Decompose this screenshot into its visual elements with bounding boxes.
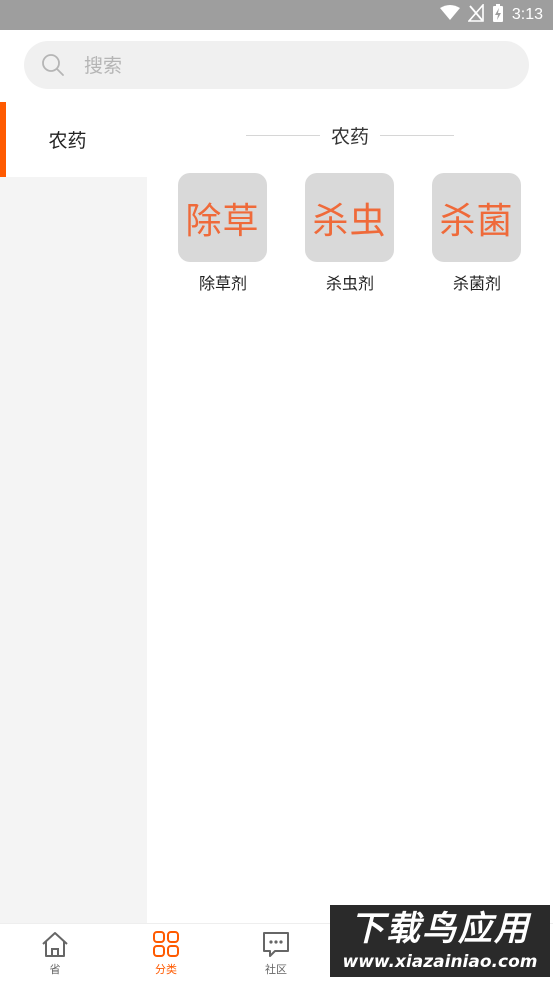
header-divider-right — [380, 135, 454, 136]
status-bar: 3:13 — [0, 0, 553, 30]
selected-indicator — [0, 102, 6, 177]
tile-herbicide[interactable]: 除草 除草剂 — [178, 173, 268, 294]
category-content: 农药 除草 除草剂 杀虫 杀虫剂 杀菌 杀菌剂 — [147, 102, 553, 923]
tile-glyph: 杀虫 — [312, 200, 387, 242]
nav-item-category[interactable]: 分类 — [126, 930, 206, 977]
nav-item-community[interactable]: 社区 — [236, 930, 316, 977]
tile-image: 除草 — [178, 173, 267, 262]
nav-label: 社区 — [265, 963, 287, 976]
home-icon — [15, 930, 95, 958]
search-bar[interactable] — [24, 41, 529, 89]
tile-glyph: 除草 — [185, 200, 260, 242]
tile-image: 杀虫 — [305, 173, 394, 262]
nav-label: 省 — [49, 963, 61, 976]
tile-label: 除草剂 — [198, 274, 247, 293]
tile-label: 杀虫剂 — [325, 274, 374, 293]
no-signal-icon — [467, 2, 484, 26]
status-time: 3:13 — [511, 6, 543, 23]
section-header: 农药 — [246, 122, 454, 148]
watermark-title: 下载鸟应用 — [350, 909, 530, 949]
battery-charging-icon — [492, 3, 504, 27]
tile-label: 杀菌剂 — [452, 274, 501, 293]
tile-fungicide[interactable]: 杀菌 杀菌剂 — [432, 173, 522, 294]
nav-label: 分类 — [155, 963, 177, 976]
watermark-url: www.xiazainiao.com — [342, 952, 538, 972]
sidebar-item-pesticide[interactable]: 农药 — [0, 102, 147, 177]
sidebar-item-label: 农药 — [48, 130, 87, 152]
wifi-icon — [439, 5, 460, 25]
search-input[interactable] — [82, 50, 506, 82]
tile-image: 杀菌 — [432, 173, 521, 262]
tile-glyph: 杀菌 — [439, 200, 514, 242]
category-sidebar: 农药 — [0, 102, 147, 923]
category-grid-icon — [126, 930, 206, 958]
search-area — [0, 30, 553, 102]
status-icons: 3:13 — [439, 2, 543, 27]
tile-insecticide[interactable]: 杀虫 杀虫剂 — [305, 173, 395, 294]
chat-bubble-icon — [236, 930, 316, 958]
search-icon — [41, 53, 65, 77]
watermark-logo: 下载鸟应用 www.xiazainiao.com — [330, 905, 550, 977]
nav-item-home[interactable]: 省 — [15, 930, 95, 977]
